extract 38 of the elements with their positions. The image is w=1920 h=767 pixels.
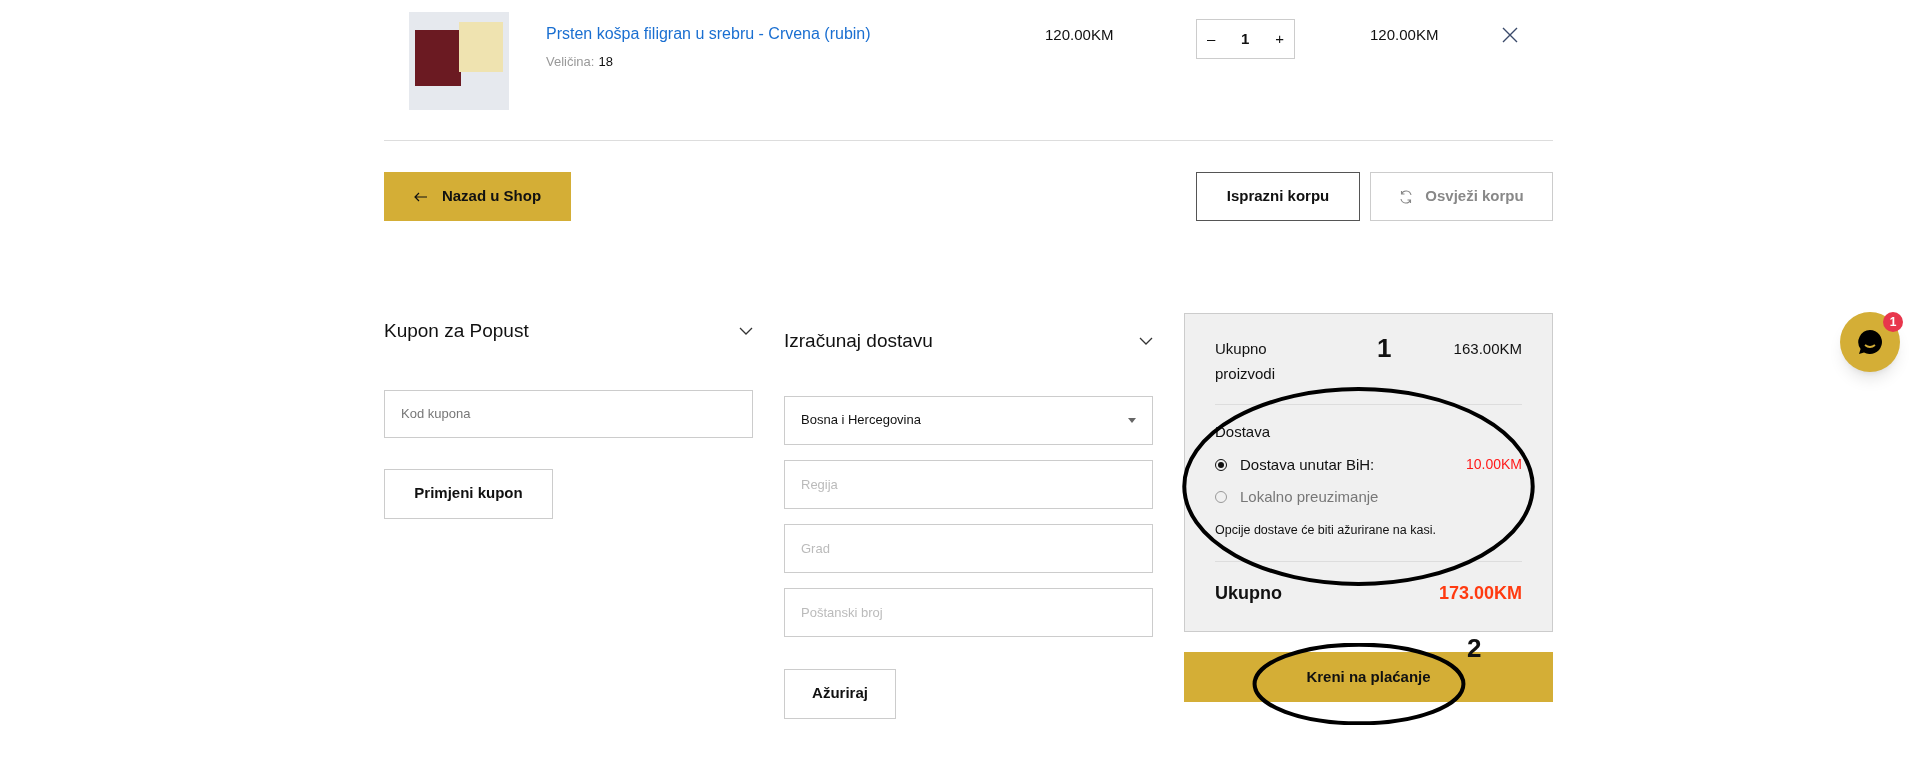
apply-coupon-button[interactable]: Primjeni kupon <box>384 468 553 519</box>
increment-button[interactable]: + <box>1275 27 1284 51</box>
close-icon[interactable] <box>1502 27 1518 43</box>
coupon-heading: Kupon za Popust <box>384 319 529 343</box>
decrement-button[interactable]: – <box>1207 27 1216 51</box>
refresh-icon <box>1399 189 1414 204</box>
notification-badge: 1 <box>1883 312 1903 332</box>
empty-cart-button[interactable]: Isprazni korpu <box>1196 172 1360 221</box>
arrow-left-icon <box>413 191 428 202</box>
address-field[interactable]: Regija <box>784 459 1153 509</box>
shipping-heading: Izračunaj dostavu <box>784 329 933 353</box>
shipping-option-label[interactable]: Lokalno preuzimanje <box>1240 486 1379 509</box>
subtotal-value: 163.00KM <box>1453 339 1522 359</box>
update-button[interactable]: Ažuriraj <box>784 668 896 719</box>
unit-price: 120.00KM <box>1045 25 1115 45</box>
chevron-down-icon[interactable] <box>739 326 753 336</box>
address-field[interactable]: Poštanski broj <box>784 587 1153 637</box>
size-value: 18 <box>598 53 613 71</box>
annotation-number: 1 <box>1377 335 1392 361</box>
subtotal-label: Ukupno proizvodi <box>1215 339 1277 384</box>
country-select[interactable]: Bosna i Hercegovina <box>784 395 1153 445</box>
address-field[interactable]: Grad <box>784 523 1153 573</box>
product-photo-placeholder[interactable] <box>409 12 509 110</box>
chat-bubble-icon <box>1856 328 1884 356</box>
size-label: Veličina: <box>546 53 595 71</box>
shipping-note: Opcije dostave će biti ažurirane na kasi. <box>1215 521 1437 539</box>
back-to-shop-button[interactable]: Nazad u Shop <box>384 172 571 221</box>
chevron-down-icon[interactable] <box>1139 336 1153 346</box>
chat-launcher-button[interactable] <box>1840 312 1900 372</box>
coupon-code-field[interactable]: Kod kupona <box>384 389 753 438</box>
shipping-option-label[interactable]: Dostava unutar BiH: <box>1240 453 1375 476</box>
total-value: 173.00KM <box>1438 582 1522 606</box>
quantity-value[interactable]: 1 <box>1241 27 1250 51</box>
product-name-link[interactable]: Prsten košpa filigran u srebru - Crvena (rubin) <box>546 22 1045 46</box>
shipping-price: 10.00KM <box>1465 455 1522 475</box>
total-label: Ukupno <box>1215 582 1282 606</box>
caret-icon <box>1128 417 1136 423</box>
line-subtotal: 120.00KM <box>1370 25 1440 45</box>
